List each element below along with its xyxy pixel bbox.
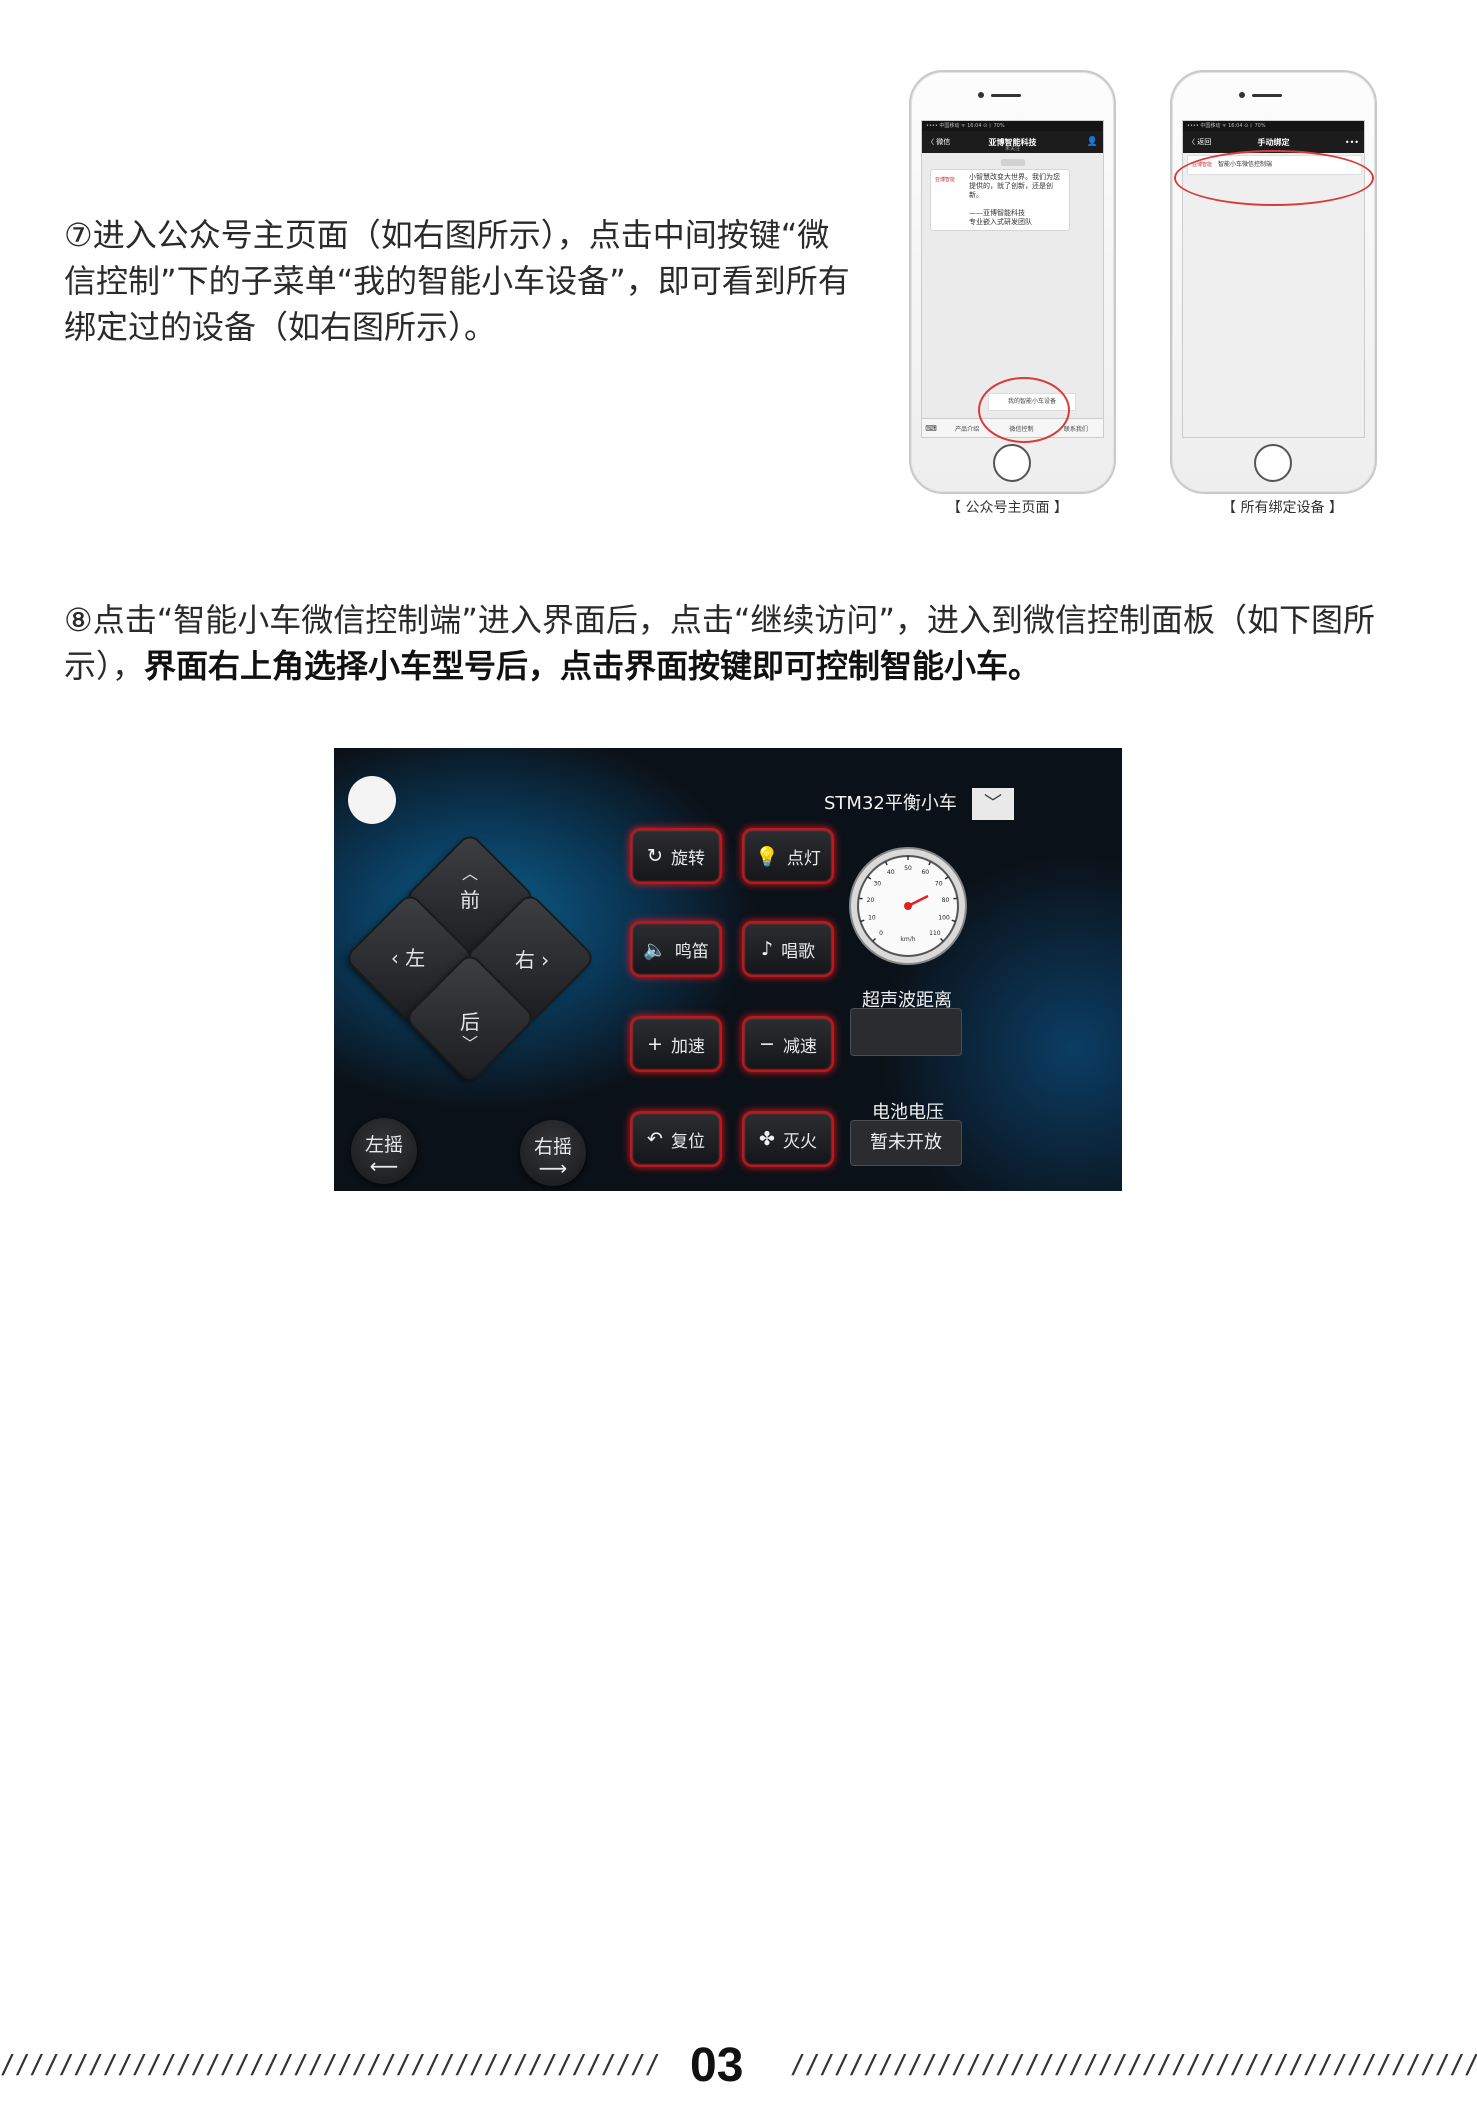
chevron-up-icon: ︿ bbox=[461, 864, 478, 883]
highlight-ellipse bbox=[978, 377, 1070, 443]
light-button[interactable]: 💡 点灯 bbox=[742, 828, 834, 884]
chevron-right-icon: › bbox=[534, 948, 550, 972]
extinguish-label: 灭火 bbox=[782, 1131, 817, 1152]
bulb-icon: 💡 bbox=[755, 845, 779, 868]
gauge-tick-label: 30 bbox=[873, 881, 881, 888]
reset-button[interactable]: ↶ 复位 bbox=[630, 1111, 722, 1167]
accelerate-button[interactable]: + 加速 bbox=[630, 1016, 722, 1072]
music-icon: ♪ bbox=[760, 938, 774, 960]
phone2-caption: 【 所有绑定设备 】 bbox=[1222, 500, 1343, 516]
message-text: 小智慧改变大世界。我们为您提供的，就了创新，还是创新。 ——亚博智能科技 专业嵌… bbox=[969, 173, 1060, 226]
speaker-icon: 🔈 bbox=[643, 938, 667, 961]
rotate-button[interactable]: ↻ 旋转 bbox=[630, 828, 722, 884]
sing-button[interactable]: ♪ 唱歌 bbox=[742, 921, 834, 977]
speaker-slot bbox=[991, 94, 1021, 97]
car-model-value: STM32平衡小车 bbox=[824, 793, 957, 814]
chevron-left-icon: ‹ bbox=[390, 946, 406, 970]
dpad-right-text: 右 bbox=[514, 948, 535, 972]
rock-right-button[interactable]: 右摇 ⟶ bbox=[520, 1120, 586, 1186]
home-button bbox=[993, 444, 1031, 482]
minus-icon: − bbox=[759, 1033, 775, 1055]
chevron-down-icon: ﹀ bbox=[461, 1034, 478, 1053]
undo-icon: ↶ bbox=[647, 1128, 663, 1150]
dpad-back-label: 后 bbox=[460, 1010, 480, 1034]
gauge-tick-label: 70 bbox=[935, 881, 943, 888]
phone1-caption: 【 公众号主页面 】 bbox=[947, 500, 1068, 516]
gauge-tick-label: 50 bbox=[904, 865, 912, 872]
gauge-tick-label: 0 bbox=[879, 930, 883, 937]
gauge-tick-label: 40 bbox=[887, 869, 895, 876]
message-bubble: 亚博智能 小智慧改变大世界。我们为您提供的，就了创新，还是创新。 ——亚博智能科… bbox=[930, 169, 1070, 231]
rotate-label: 旋转 bbox=[670, 848, 705, 869]
sing-label: 唱歌 bbox=[781, 941, 816, 962]
step8-paragraph: ⑧点击“智能小车微信控制端”进入界面后，点击“继续访问”，进入到微信控制面板（如… bbox=[64, 597, 1404, 689]
gauge-tick-label: 100 bbox=[938, 915, 950, 922]
speedometer-gauge: 0 10 20 30 40 50 60 70 80 100 110 km/h bbox=[849, 847, 967, 965]
horn-button[interactable]: 🔈 鸣笛 bbox=[630, 921, 722, 977]
rock-right-label: 右摇 bbox=[533, 1136, 572, 1158]
gauge-unit: km/h bbox=[900, 936, 915, 943]
footer-slash-right: ////////////////////////////////////////… bbox=[790, 2050, 1477, 2080]
fan-icon: ✤ bbox=[759, 1128, 775, 1150]
gauge-tick bbox=[858, 897, 863, 900]
highlight-ellipse bbox=[1174, 150, 1374, 206]
home-button bbox=[1254, 444, 1292, 482]
camera bbox=[978, 92, 984, 98]
extinguish-button[interactable]: ✤ 灭火 bbox=[742, 1111, 834, 1167]
keyboard-icon[interactable]: ⌨ bbox=[922, 424, 940, 433]
light-label: 点灯 bbox=[786, 848, 821, 869]
dpad-left-text: 左 bbox=[405, 946, 426, 970]
accelerate-label: 加速 bbox=[670, 1036, 705, 1057]
speaker-slot bbox=[1252, 94, 1282, 97]
time-chip bbox=[1000, 159, 1025, 166]
rotate-icon: ↻ bbox=[647, 845, 663, 867]
status-bar: •••• 中国移动 ᯤ 16:04 ⊙ ᛒ 70% bbox=[922, 121, 1103, 131]
arrow-left-icon: ⟵ bbox=[369, 1154, 399, 1178]
gauge-tick-label: 20 bbox=[867, 897, 875, 904]
dpad-forward-label: 前 bbox=[460, 888, 480, 912]
car-model-select[interactable]: STM32平衡小车 ﹀ bbox=[824, 788, 1014, 820]
wechat-control-panel: ︿ 前 ‹ 左 右 › 后 ﹀ 左摇 ⟵ 右摇 ⟶ ↻ 旋转 💡 点灯 🔈 鸣笛 ♪ 唱… bbox=[334, 748, 1122, 1191]
page-number: 03 bbox=[690, 2039, 744, 2092]
gauge-tick bbox=[953, 897, 958, 900]
brand-logo: 亚博智能 bbox=[935, 177, 956, 183]
reset-label: 复位 bbox=[670, 1131, 705, 1152]
gauge-tick-label: 10 bbox=[868, 915, 876, 922]
nav-bar: 〈 微信 亚博智能科技 未关注 👤 bbox=[922, 131, 1103, 153]
status-bar: •••• 中国移动 ᯤ 16:04 ⊙ ᛒ 70% bbox=[1183, 121, 1364, 131]
arrow-right-icon: ⟶ bbox=[538, 1156, 568, 1180]
menu-circle-button[interactable] bbox=[348, 776, 396, 824]
gauge-tick-label: 60 bbox=[921, 869, 929, 876]
ultrasonic-display bbox=[850, 1008, 962, 1056]
dpad-left-label: ‹ 左 bbox=[368, 946, 448, 970]
dpad-right-label: 右 › bbox=[492, 948, 572, 972]
gauge-hub bbox=[904, 902, 912, 910]
decelerate-button[interactable]: − 减速 bbox=[742, 1016, 834, 1072]
step8-bold-text: 界面右上角选择小车型号后，点击界面按键即可控制智能小车。 bbox=[144, 647, 1041, 685]
step7-paragraph: ⑦进入公众号主页面（如右图所示），点击中间按键“微信控制”下的子菜单“我的智能小… bbox=[64, 216, 850, 346]
rock-left-label: 左摇 bbox=[364, 1134, 403, 1156]
footer-slash-left: ////////////////////////////////////////… bbox=[0, 2050, 660, 2080]
horn-label: 鸣笛 bbox=[674, 941, 709, 962]
page-title: 手动绑定 bbox=[1257, 137, 1290, 147]
chevron-down-icon[interactable]: ﹀ bbox=[972, 788, 1014, 820]
phone-bound-devices: •••• 中国移动 ᯤ 16:04 ⊙ ᛒ 70% 〈 返回 手动绑定 ••• … bbox=[1170, 70, 1377, 494]
plus-icon: + bbox=[647, 1033, 663, 1055]
decelerate-label: 减速 bbox=[782, 1036, 817, 1057]
gauge-tick-label: 80 bbox=[942, 897, 950, 904]
battery-display: 暂未开放 bbox=[850, 1120, 962, 1166]
battery-value: 暂未开放 bbox=[870, 1132, 942, 1153]
rock-left-button[interactable]: 左摇 ⟵ bbox=[351, 1118, 417, 1184]
gauge-tick-label: 110 bbox=[929, 930, 941, 937]
camera bbox=[1239, 92, 1245, 98]
account-subtitle: 未关注 bbox=[1004, 146, 1020, 152]
